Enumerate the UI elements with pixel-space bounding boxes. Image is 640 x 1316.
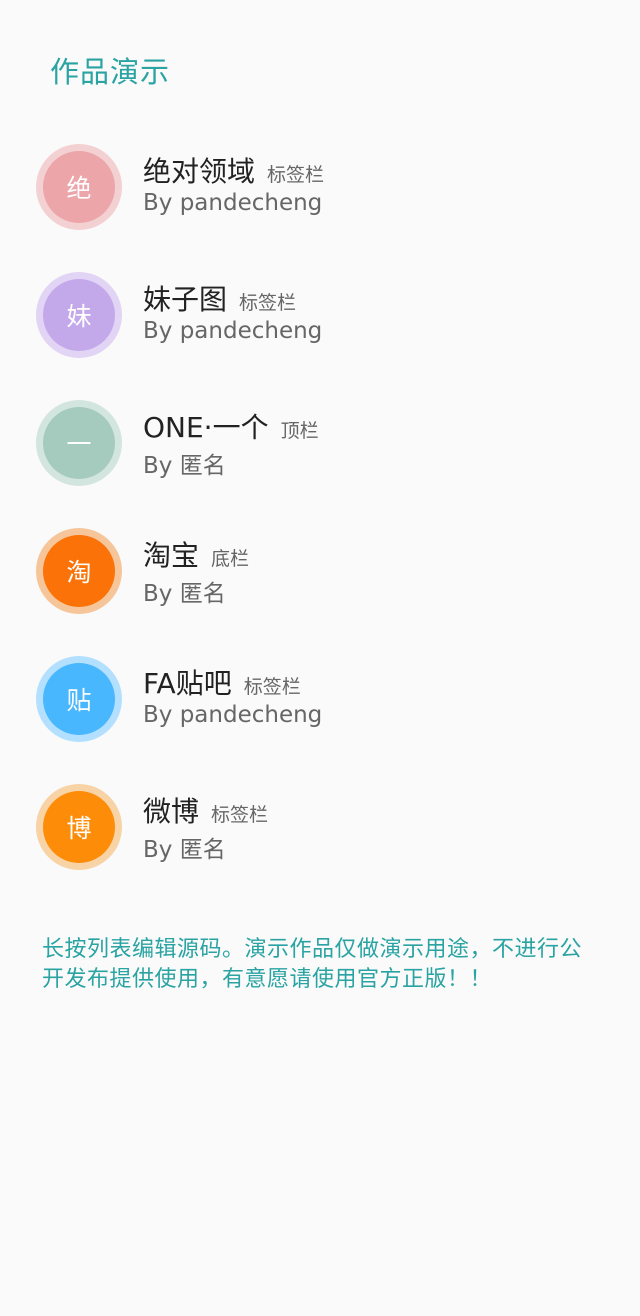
footer-note: 长按列表编辑源码。演示作品仅做演示用途，不进行公开发布提供使用，有意愿请使用官方… (42, 937, 583, 992)
item-title-row: ONE·一个 顶栏 (143, 406, 319, 446)
avatar-ring: 淘 (36, 528, 122, 614)
item-author: By 匿名 (143, 453, 226, 479)
item-tag: 标签栏 (243, 676, 301, 698)
item-title-row: 淘宝 底栏 (143, 534, 249, 574)
item-tag: 标签栏 (267, 164, 325, 186)
avatar-ring: 绝 (36, 144, 122, 230)
list-item-fa-tieba[interactable]: 贴 FA贴吧 标签栏 By pandecheng (0, 640, 640, 768)
avatar: 妹 (43, 279, 115, 351)
item-author: By 匿名 (143, 837, 226, 863)
item-title: 淘宝 (143, 539, 200, 572)
item-author: By pandecheng (143, 702, 323, 728)
works-list: 绝 绝对领域 标签栏 By pandecheng 妹 妹子图 标签栏 By pand… (0, 128, 640, 896)
item-title: FA贴吧 (143, 667, 232, 700)
item-tag: 底栏 (211, 548, 250, 570)
item-title-row: 微博 标签栏 (143, 790, 268, 830)
list-item-jueduilingyu[interactable]: 绝 绝对领域 标签栏 By pandecheng (0, 128, 640, 256)
item-title: 微博 (143, 795, 200, 828)
item-title: ONE·一个 (143, 411, 269, 444)
list-item-one[interactable]: 一 ONE·一个 顶栏 By 匿名 (0, 384, 640, 512)
list-item-taobao[interactable]: 淘 淘宝 底栏 By 匿名 (0, 512, 640, 640)
page-title: 作品演示 (50, 55, 171, 89)
item-title: 妹子图 (143, 283, 228, 316)
avatar-ring: 博 (36, 784, 122, 870)
avatar: 淘 (43, 535, 115, 607)
item-author: By pandecheng (143, 190, 323, 216)
item-author: By 匿名 (143, 581, 226, 607)
avatar: 博 (43, 791, 115, 863)
avatar-ring: 一 (36, 400, 122, 486)
avatar-ring: 妹 (36, 272, 122, 358)
item-tag: 顶栏 (280, 420, 319, 442)
list-item-meizitu[interactable]: 妹 妹子图 标签栏 By pandecheng (0, 256, 640, 384)
list-item-weibo[interactable]: 博 微博 标签栏 By 匿名 (0, 768, 640, 896)
item-title: 绝对领域 (143, 155, 256, 188)
item-title-row: FA贴吧 标签栏 (143, 662, 301, 702)
item-title-row: 妹子图 标签栏 (143, 278, 296, 318)
item-tag: 标签栏 (239, 292, 297, 314)
avatar-ring: 贴 (36, 656, 122, 742)
item-author: By pandecheng (143, 318, 323, 344)
avatar: 一 (43, 407, 115, 479)
avatar: 贴 (43, 663, 115, 735)
avatar: 绝 (43, 151, 115, 223)
item-title-row: 绝对领域 标签栏 (143, 150, 324, 190)
item-tag: 标签栏 (211, 804, 269, 826)
